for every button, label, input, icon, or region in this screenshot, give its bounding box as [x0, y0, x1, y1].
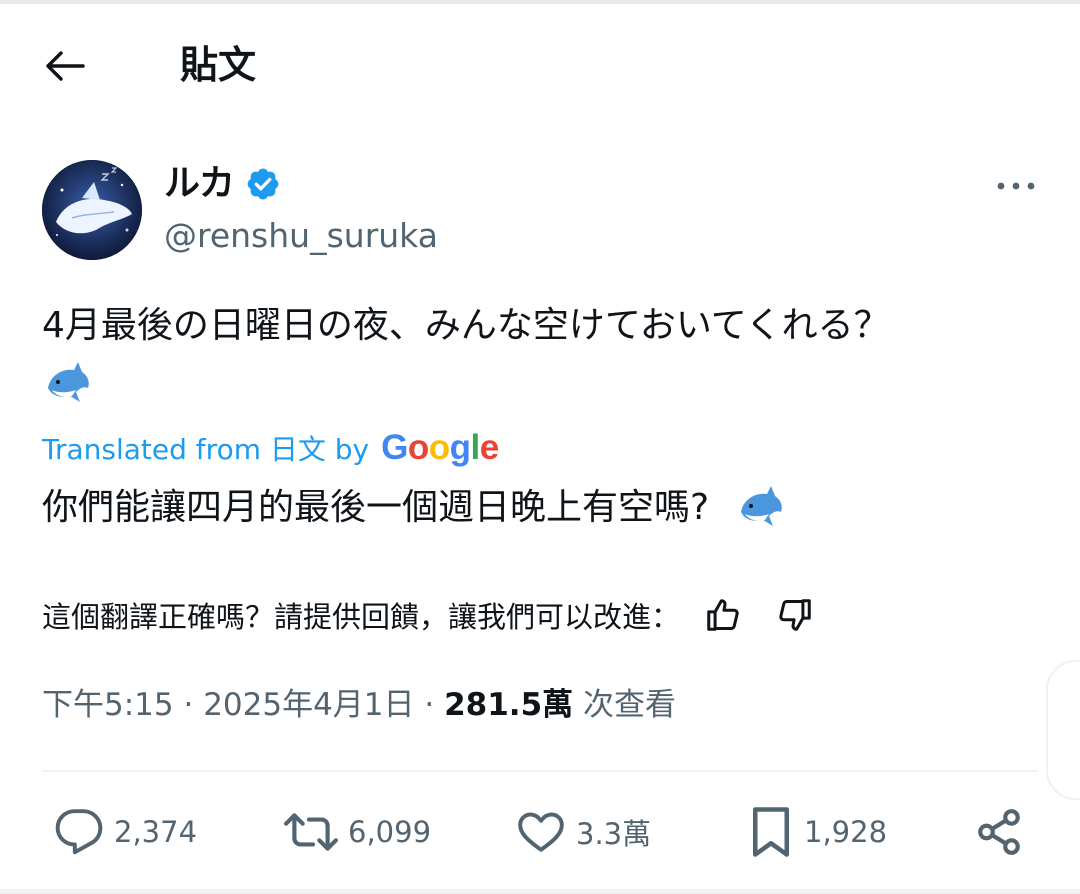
- page-header: 貼文: [0, 20, 1080, 110]
- tweet-meta: 下午5:15 · 2025年4月1日 · 281.5萬 次查看: [42, 682, 676, 728]
- thumbs-up-button[interactable]: [700, 592, 746, 638]
- post-time[interactable]: 下午5:15: [42, 687, 174, 723]
- thumbs-down-icon: [779, 599, 811, 631]
- bottom-border: [0, 889, 1080, 894]
- thumbs-up-icon: [707, 599, 739, 631]
- share-button[interactable]: [974, 800, 1024, 864]
- repost-button[interactable]: 6,099: [284, 800, 431, 864]
- translation-attribution: Translated from 日文 by Google: [42, 426, 499, 470]
- google-logo: Google: [381, 428, 499, 467]
- page-title: 貼文: [180, 43, 257, 87]
- top-border: [0, 0, 1080, 4]
- translated-text: 你們能讓四月的最後一個週日晚上有空嗎?: [42, 487, 710, 528]
- thumbs-down-button[interactable]: [772, 592, 818, 638]
- like-button[interactable]: 3.3萬: [516, 800, 651, 864]
- bookmark-count: 1,928: [804, 815, 888, 849]
- more-options-button[interactable]: [990, 168, 1042, 204]
- dolphin-emoji-icon: [741, 486, 782, 526]
- author-name-row: ルカ: [164, 162, 281, 206]
- heart-icon: [518, 812, 564, 852]
- repost-icon: [284, 813, 338, 851]
- reply-icon: [55, 809, 103, 855]
- action-bar: 2,374 6,099 3.3萬 1,928: [0, 800, 1080, 864]
- divider: [42, 770, 1038, 772]
- view-count-label: 次查看: [573, 687, 677, 723]
- tweet-text: 4月最後の日曜日の夜、みんな空けておいてくれる？: [42, 305, 890, 346]
- bookmark-icon: [753, 807, 789, 857]
- like-count: 3.3萬: [576, 817, 652, 851]
- translated-from-label: Translated from 日文 by: [42, 433, 370, 466]
- author-handle[interactable]: @renshu_suruka: [164, 214, 438, 258]
- translated-text-row: 你們能讓四月的最後一個週日晚上有空嗎?: [42, 482, 787, 534]
- translation-feedback: 這個翻譯正確嗎？請提供回饋，讓我們可以改進：: [42, 592, 818, 638]
- more-dots-icon: [997, 182, 1035, 190]
- side-edge-handle: [1046, 660, 1080, 800]
- dolphin-emoji-icon: [48, 362, 89, 402]
- avatar[interactable]: [42, 160, 142, 260]
- back-button[interactable]: [40, 44, 90, 88]
- share-icon: [978, 809, 1020, 855]
- arrow-left-icon: [46, 51, 85, 81]
- reply-count: 2,374: [114, 815, 198, 849]
- avatar-image: [42, 160, 142, 260]
- view-count: 281.5萬: [444, 687, 574, 723]
- tweet-emoji: [42, 358, 102, 418]
- bookmark-button[interactable]: 1,928: [748, 800, 887, 864]
- verified-badge-icon: [247, 168, 279, 200]
- author-name[interactable]: ルカ: [164, 162, 235, 206]
- feedback-prompt: 這個翻譯正確嗎？請提供回饋，讓我們可以改進：: [42, 600, 681, 634]
- meta-separator: ·: [173, 687, 204, 723]
- meta-separator: ·: [414, 687, 445, 723]
- post-date[interactable]: 2025年4月1日: [203, 687, 414, 723]
- repost-count: 6,099: [348, 815, 432, 849]
- reply-button[interactable]: 2,374: [54, 800, 197, 864]
